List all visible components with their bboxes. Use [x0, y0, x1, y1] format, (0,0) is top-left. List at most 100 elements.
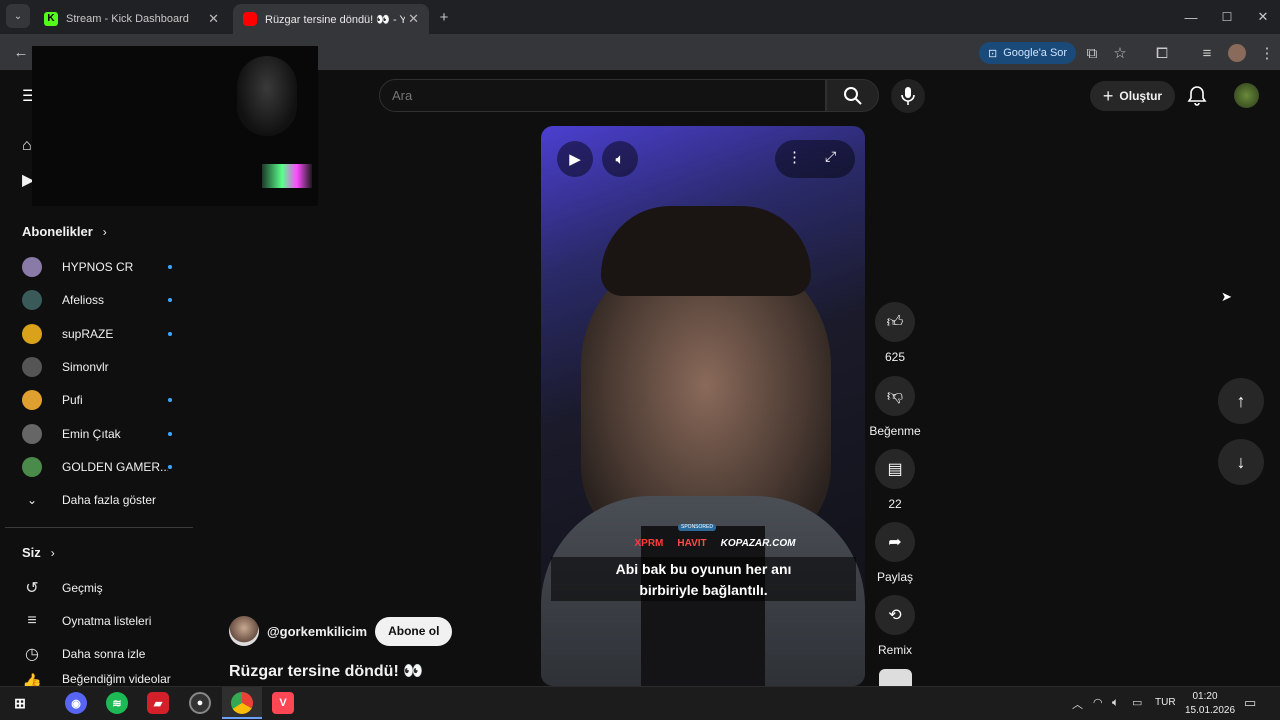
battery-icon[interactable]: ▭ [1132, 696, 1142, 709]
sidebar-item-label: Simonvlr [62, 359, 109, 374]
new-content-dot [168, 265, 172, 269]
fullscreen-icon[interactable]: ⤢ [825, 148, 836, 165]
voice-search-button[interactable] [891, 79, 925, 113]
obs-icon[interactable]: ● [189, 692, 211, 714]
remix-action[interactable]: ⟲ Remix [875, 595, 915, 657]
sidebar-item-subscription[interactable]: Simonvlr [22, 352, 172, 382]
minimize-icon[interactable]: — [1178, 4, 1204, 30]
mic-icon [901, 87, 915, 105]
channel-avatar [22, 323, 42, 344]
account-avatar[interactable] [1234, 83, 1259, 108]
share-action[interactable]: ➦ Paylaş [875, 522, 915, 584]
sidebar-item-label: Daha sonra izle [62, 647, 146, 661]
create-button[interactable]: + Oluştur [1090, 81, 1175, 111]
input-language[interactable]: TUR [1155, 697, 1176, 708]
window-close-icon[interactable]: ✕ [1250, 4, 1276, 30]
discord-icon[interactable]: ◉ [65, 692, 87, 714]
sidebar-item-subscription[interactable]: Pufi [22, 385, 172, 415]
show-more-button[interactable]: ⌄ Daha fazla göster [22, 485, 156, 515]
sidebar-item-label: GOLDEN GAMER... [62, 459, 168, 474]
thumbs-down-icon[interactable]: 👎︎ [875, 376, 915, 416]
bookmark-star-icon[interactable]: ☆ [1107, 40, 1133, 66]
maximize-icon[interactable]: ☐ [1214, 4, 1240, 30]
sidebar-item-history[interactable]: ↺ Geçmiş [22, 573, 103, 603]
volume-button[interactable]: 🔈︎ [602, 141, 638, 177]
windows-start-icon[interactable]: ⊞ [9, 692, 31, 714]
thumbs-up-icon[interactable]: 👍︎ [875, 302, 915, 342]
lens-icon: ⊡ [988, 47, 998, 60]
close-tab-icon[interactable]: ✕ [208, 11, 219, 27]
create-label: Oluştur [1119, 89, 1163, 103]
notifications-bell-icon[interactable] [1187, 85, 1209, 107]
new-tab-icon[interactable]: + [431, 4, 457, 30]
channel-handle[interactable]: @gorkemkilicim [267, 624, 367, 639]
tab-label: Stream - Kick Dashboard [66, 13, 189, 25]
app-icon[interactable]: ▰ [147, 692, 169, 714]
extensions-icon[interactable]: ⧠ [1149, 40, 1175, 66]
sidebar-item-subscription[interactable]: supRAZE [22, 319, 172, 349]
sidebar-item-liked-videos[interactable]: 👍 Beğendiğim videolar [22, 672, 171, 686]
mouse-cursor: ➤ [1221, 289, 1232, 304]
youtube-icon [243, 12, 257, 26]
sidebar-item-label: Afelioss [62, 293, 105, 308]
play-button[interactable]: ▶ [557, 141, 593, 177]
sound-thumbnail[interactable] [879, 669, 912, 686]
home-icon[interactable]: ⌂ [22, 137, 32, 155]
sidebar-item-subscription[interactable]: Afelioss [22, 285, 172, 315]
install-app-icon[interactable]: ⧉ [1079, 40, 1105, 66]
chrome-icon[interactable] [231, 692, 253, 714]
playlist-icon: ≡ [27, 612, 37, 629]
media-controls-icon[interactable]: ≡ [1194, 40, 1220, 66]
volume-icon[interactable]: 🔈︎ [1112, 695, 1119, 710]
sidebar-item-playlists[interactable]: ≡ Oynatma listeleri [22, 606, 151, 636]
new-content-dot [168, 431, 172, 436]
remix-icon[interactable]: ⟲ [875, 595, 915, 635]
spotify-icon[interactable]: ≋ [106, 692, 128, 714]
valorant-icon[interactable]: V [272, 692, 294, 714]
sidebar-item-subscription[interactable]: Emin Çıtak [22, 419, 172, 449]
tab-youtube-video[interactable]: Rüzgar tersine döndü! 👀 - You ✕ [233, 4, 429, 34]
channel-row: @gorkemkilicim Abone ol [229, 616, 453, 646]
sidebar-item-label: Geçmiş [62, 581, 103, 595]
sidebar-item-subscription[interactable]: GOLDEN GAMER... [22, 452, 172, 482]
dislike-action[interactable]: 👎︎ Beğenme [869, 376, 921, 438]
like-action[interactable]: 👍︎ 625 [875, 302, 915, 364]
shorts-video-player[interactable] [541, 126, 865, 686]
close-tab-icon[interactable]: ✕ [408, 11, 419, 27]
sponsor-logos: XPRM HAVIT KOPAZAR.COM [620, 535, 810, 552]
chevron-down-icon: ⌄ [26, 493, 38, 507]
chrome-menu-icon[interactable]: ⋮ [1254, 40, 1280, 66]
comment-count: 22 [888, 497, 902, 511]
show-more-label: Daha fazla göster [62, 493, 157, 507]
you-section-header[interactable]: Siz › [22, 545, 55, 560]
tab-search-icon[interactable]: ⌄ [6, 4, 30, 28]
search-input[interactable] [379, 79, 826, 112]
sidebar-item-subscription[interactable]: HYPNOS CR [22, 252, 172, 282]
search-button[interactable] [826, 79, 879, 112]
caption-line: birbiriyle bağlantılı. [639, 582, 768, 598]
tray-chevron-icon[interactable]: ︿ [1072, 696, 1083, 712]
comment-icon[interactable]: ▤ [875, 449, 915, 489]
channel-avatar [22, 290, 42, 311]
more-options-icon[interactable]: ⋮ [787, 148, 802, 166]
previous-video-button[interactable]: ↑ [1218, 378, 1264, 424]
subscribe-button[interactable]: Abone ol [375, 616, 453, 646]
comments-action[interactable]: ▤ 22 [875, 449, 915, 511]
profile-avatar[interactable] [1228, 44, 1246, 62]
clock[interactable]: 01:20 15.01.2026 [1185, 690, 1236, 718]
google-ask-button[interactable]: ⊡ Google'a Sor [979, 42, 1077, 64]
tab-kick-dashboard[interactable]: K Stream - Kick Dashboard ✕ [34, 4, 229, 34]
subscriptions-header[interactable]: Abonelikler › [22, 224, 107, 239]
next-video-button[interactable]: ↓ [1218, 439, 1264, 485]
wifi-icon[interactable]: ◠ [1093, 696, 1103, 709]
like-icon: 👍 [22, 674, 42, 686]
sidebar-item-watch-later[interactable]: ◷ Daha sonra izle [22, 639, 145, 669]
clock-date: 15.01.2026 [1185, 705, 1236, 716]
share-label: Paylaş [876, 570, 914, 584]
channel-avatar[interactable] [229, 616, 259, 646]
notification-center-icon[interactable]: ▭ [1244, 695, 1256, 711]
rgb-keyboard [262, 164, 312, 188]
back-icon[interactable]: ← [8, 39, 34, 65]
you-title: Siz [22, 545, 41, 560]
share-icon[interactable]: ➦ [875, 522, 915, 562]
